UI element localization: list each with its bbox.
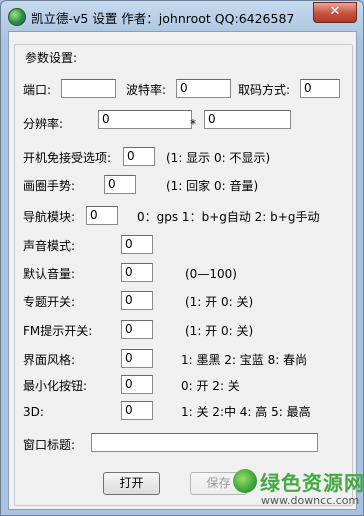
settings-window: 凯立德-v5 设置 作者：johnroot QQ:6426587 ✕ 参数设置:… — [0, 0, 364, 516]
close-button[interactable]: ✕ — [313, 2, 357, 23]
minimize-button-label: 最小化按钮: — [23, 379, 88, 393]
nav-module-hint: 0：gps 1：b+g自动 2: b+g手动 — [137, 210, 320, 224]
open-button[interactable]: 打开 — [103, 472, 160, 495]
topic-switch-input[interactable]: 0 — [121, 291, 153, 310]
3d-input[interactable]: 0 — [121, 401, 153, 420]
ui-style-input[interactable]: 0 — [121, 349, 153, 368]
watermark-url: www.downcc.com — [261, 494, 360, 507]
default-volume-label: 默认音量: — [23, 267, 76, 281]
circle-gesture-label: 画圈手势: — [23, 179, 76, 193]
title-bar[interactable]: 凯立德-v5 设置 作者：johnroot QQ:6426587 ✕ — [1, 1, 363, 31]
default-volume-hint: (0—100) — [185, 267, 237, 281]
baud-input[interactable]: 0 — [176, 79, 231, 98]
topic-switch-label: 专题开关: — [23, 295, 76, 309]
window-title-input[interactable] — [91, 433, 318, 452]
3d-label: 3D: — [23, 405, 44, 419]
ui-style-label: 界面风格: — [23, 353, 76, 367]
circle-gesture-input[interactable]: 0 — [104, 175, 136, 194]
sound-mode-label: 声音模式: — [23, 239, 76, 253]
fm-switch-label: FM提示开关: — [23, 324, 93, 338]
circle-gesture-hint: (1: 回家 0: 音量) — [166, 179, 259, 193]
leaf-logo-icon — [233, 469, 257, 493]
resolution-height-input[interactable]: 0 — [204, 110, 291, 129]
code-mode-input[interactable]: 0 — [300, 79, 340, 98]
topic-switch-hint: (1: 开 0: 关) — [185, 295, 254, 309]
times-sign: * — [190, 117, 196, 131]
watermark-text: 绿色资源网 — [260, 471, 364, 495]
group-label: 参数设置: — [22, 49, 81, 66]
close-icon: ✕ — [329, 4, 341, 19]
resolution-label: 分辨率: — [23, 117, 64, 131]
minimize-button-hint: 0: 开 2: 关 — [181, 379, 240, 393]
code-mode-label: 取码方式: — [238, 83, 291, 97]
fm-switch-input[interactable]: 0 — [121, 320, 153, 339]
window-title-label: 窗口标题: — [23, 438, 76, 452]
client-area: 参数设置: 端口: 波特率: 0 取码方式: 0 分辨率: 0 * 0 开机免接… — [8, 31, 357, 510]
resolution-width-input[interactable]: 0 — [98, 110, 192, 129]
3d-hint: 1: 关 2:中 4: 高 5: 最高 — [181, 405, 311, 419]
port-label: 端口: — [23, 83, 52, 97]
default-volume-input[interactable]: 0 — [121, 263, 153, 282]
nav-module-input[interactable]: 0 — [86, 206, 118, 225]
minimize-button-input[interactable]: 0 — [121, 375, 153, 394]
boot-option-label: 开机免接受选项: — [23, 151, 112, 165]
boot-option-input[interactable]: 0 — [123, 147, 155, 166]
boot-option-hint: (1: 显示 0: 不显示) — [166, 151, 271, 165]
baud-label: 波特率: — [126, 83, 167, 97]
port-input[interactable] — [61, 79, 116, 98]
nav-module-label: 导航模块: — [23, 210, 76, 224]
fm-switch-hint: (1: 开 0: 关) — [185, 324, 254, 338]
window-title: 凯立德-v5 设置 作者：johnroot QQ:6426587 — [31, 11, 295, 26]
site-watermark: 绿色资源网 www.downcc.com — [233, 467, 364, 515]
ui-style-hint: 1: 墨黑 2: 宝蓝 8: 春尚 — [181, 353, 308, 367]
sound-mode-input[interactable]: 0 — [121, 235, 153, 254]
globe-icon — [8, 8, 26, 26]
